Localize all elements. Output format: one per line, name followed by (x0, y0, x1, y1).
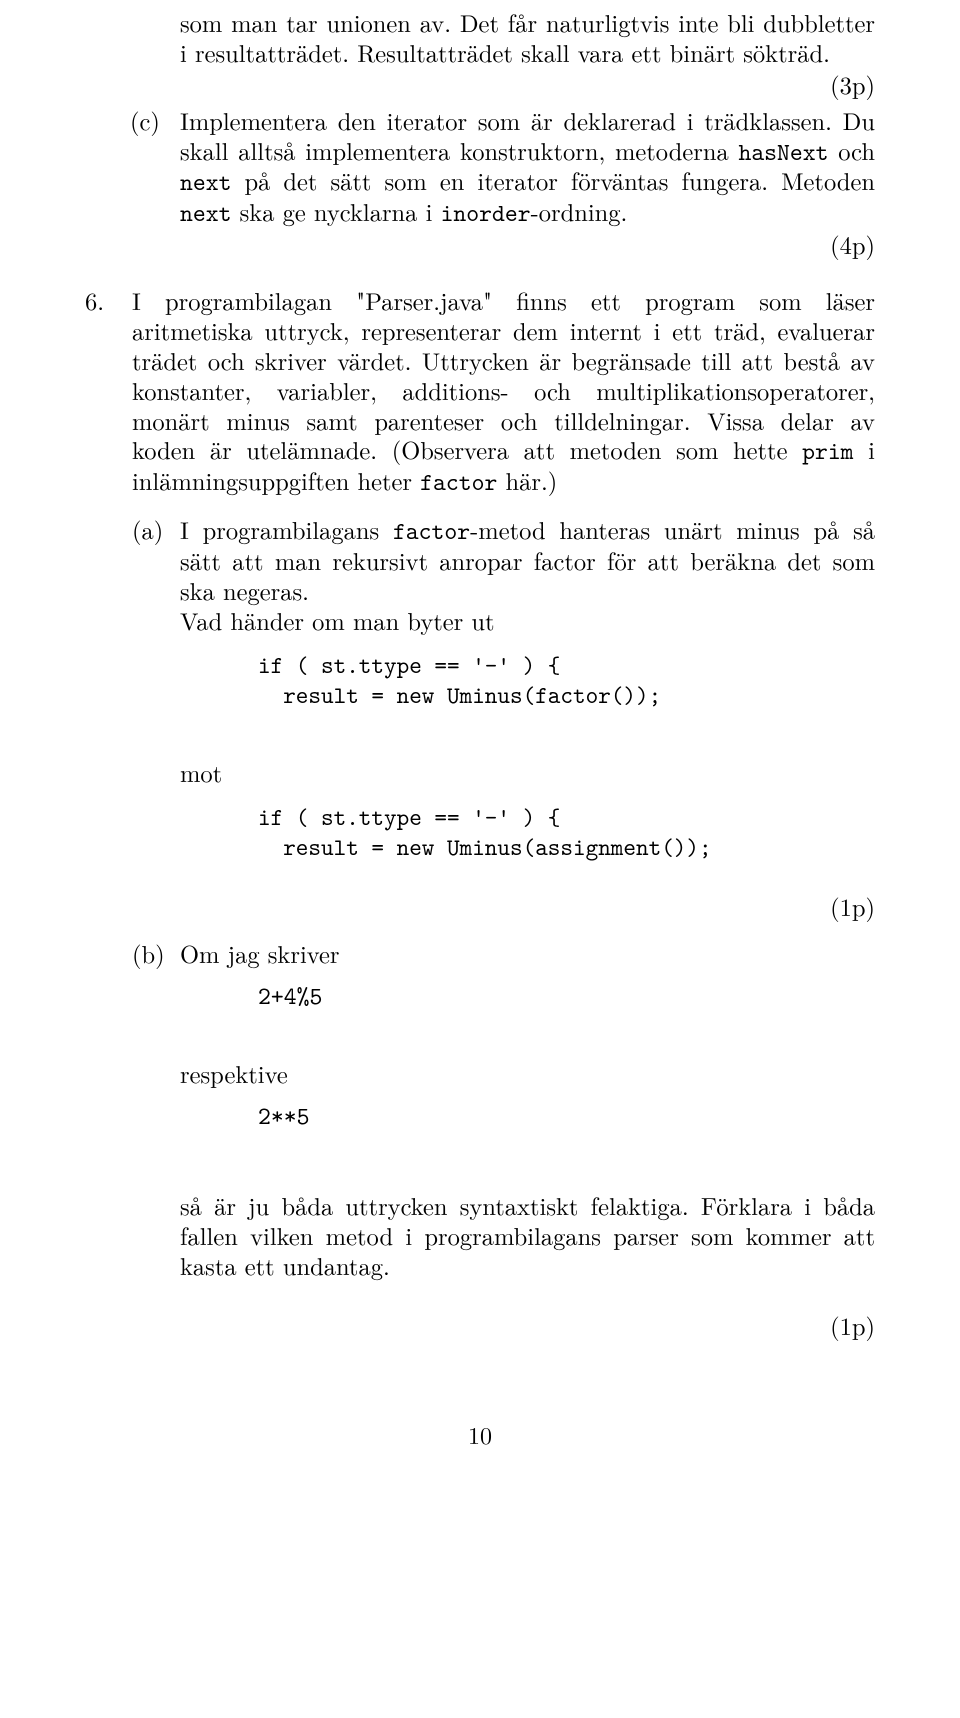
code-block: 2**5 (258, 1101, 875, 1131)
points-marker: (1p) (180, 1311, 875, 1341)
continuation-paragraph: som man tar unionen av. Det får naturlig… (180, 8, 875, 260)
inline-code: prim (802, 434, 853, 467)
subitem-b: (b) Om jag skriver 2+4%5 respektive 2**5… (180, 939, 875, 1340)
inline-code: next (180, 165, 231, 198)
code-block: if ( st.ttype == '-' ) { result = new Um… (258, 650, 875, 710)
body-text: ska ge nycklarna i (231, 194, 440, 229)
points-marker: (4p) (180, 230, 875, 260)
code-block: 2+4%5 (258, 981, 875, 1011)
points-marker: (1p) (180, 892, 875, 922)
subitem-label: (a) (132, 515, 163, 545)
points-marker: (3p) (180, 70, 875, 100)
document-page: som man tar unionen av. Det får naturlig… (0, 0, 960, 1490)
body-text: som man tar unionen av. Det får naturlig… (180, 5, 875, 70)
page-number: 10 (85, 1420, 875, 1449)
body-text: -ordning. (531, 194, 628, 229)
body-text: här.) (497, 463, 557, 498)
item-6: 6. I programbilagan "Parser.java" finns … (132, 286, 875, 1340)
body-text: Vad händer om man byter ut (180, 606, 875, 636)
subitem-a: (a) I programbilagans factor-metod hante… (180, 515, 875, 921)
item-number: 6. (85, 286, 104, 316)
body-text: Om jag skriver (180, 936, 340, 971)
body-text: på det sätt som en iterator förväntas fu… (231, 163, 875, 198)
body-text: I programbilagan "Parser.java" finns ett… (132, 283, 875, 467)
inline-code: factor (420, 465, 497, 498)
subitem-c: (c) Implementera den iterator som är dek… (180, 106, 875, 260)
subitem-label: (c) (130, 106, 160, 136)
inline-code: inorder (441, 196, 531, 229)
body-text: I programbilagans (180, 512, 393, 547)
inline-code: next (180, 196, 231, 229)
subitem-label: (b) (132, 939, 165, 969)
body-text: mot (180, 758, 875, 788)
body-text: respektive (180, 1059, 875, 1089)
code-block: if ( st.ttype == '-' ) { result = new Um… (258, 802, 875, 862)
body-text: och (829, 133, 875, 168)
body-text: så är ju båda uttrycken syntaxtiskt fela… (180, 1191, 875, 1281)
